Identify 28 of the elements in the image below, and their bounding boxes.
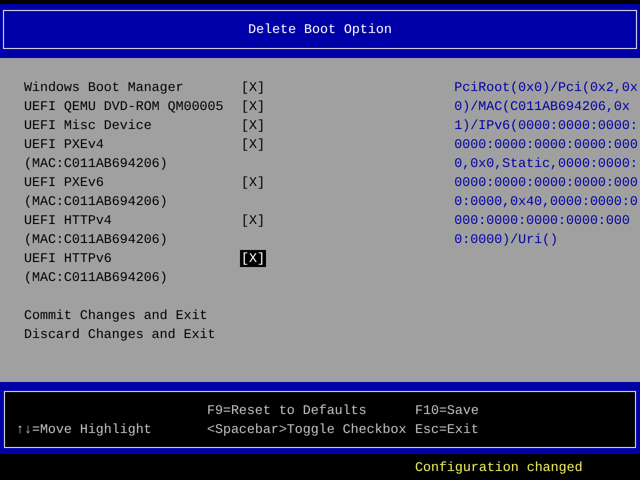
checkbox[interactable]: [X]: [240, 212, 266, 229]
screen-title: Delete Boot Option: [248, 21, 392, 39]
help-text: PciRoot(0x0)/Pci(0x2,0x0)/MAC(C011AB694206,0x1)/IPv6(0000:0000:0000:0000:0000:0000:0000:0000,0x0,Static,0000:0000:0000:0000:0000:0000:0000:0000,0x40,0000:0000:0000:0000:0000:0000:0000:0000)/Uri(): [454, 79, 639, 249]
mac-address-label: (MAC:C011AB694206): [24, 231, 169, 249]
boot-option-label: Windows Boot Manager: [24, 79, 185, 97]
boot-option-label: UEFI PXEv6: [24, 174, 105, 192]
status-message: Configuration changed: [415, 458, 583, 476]
key-hint: <Spacebar>Toggle Checkbox: [207, 421, 408, 439]
checkbox[interactable]: [X]: [240, 250, 266, 267]
checkbox[interactable]: [X]: [240, 174, 266, 191]
menu-action[interactable]: Discard Changes and Exit: [24, 325, 216, 344]
boot-option-label: UEFI Misc Device: [24, 117, 153, 135]
checkbox[interactable]: [X]: [240, 136, 266, 153]
boot-option-label: UEFI PXEv4: [24, 136, 105, 154]
checkbox[interactable]: [X]: [240, 117, 266, 134]
mac-address-label: (MAC:C011AB694206): [24, 155, 169, 173]
checkbox[interactable]: [X]: [240, 79, 266, 96]
mac-address-label: (MAC:C011AB694206): [24, 269, 169, 287]
key-hint: Esc=Exit: [415, 421, 480, 439]
key-hint: F10=Save: [415, 402, 480, 420]
menu-action[interactable]: Commit Changes and Exit: [24, 306, 208, 325]
boot-option-label: UEFI HTTPv6: [24, 250, 113, 268]
checkbox[interactable]: [X]: [240, 98, 266, 115]
mac-address-label: (MAC:C011AB694206): [24, 193, 169, 211]
key-hint: ↑↓=Move Highlight: [16, 421, 153, 439]
boot-option-label: UEFI QEMU DVD-ROM QM00005: [24, 98, 224, 116]
boot-option-label: UEFI HTTPv4: [24, 212, 113, 230]
key-hint: F9=Reset to Defaults: [207, 402, 368, 420]
